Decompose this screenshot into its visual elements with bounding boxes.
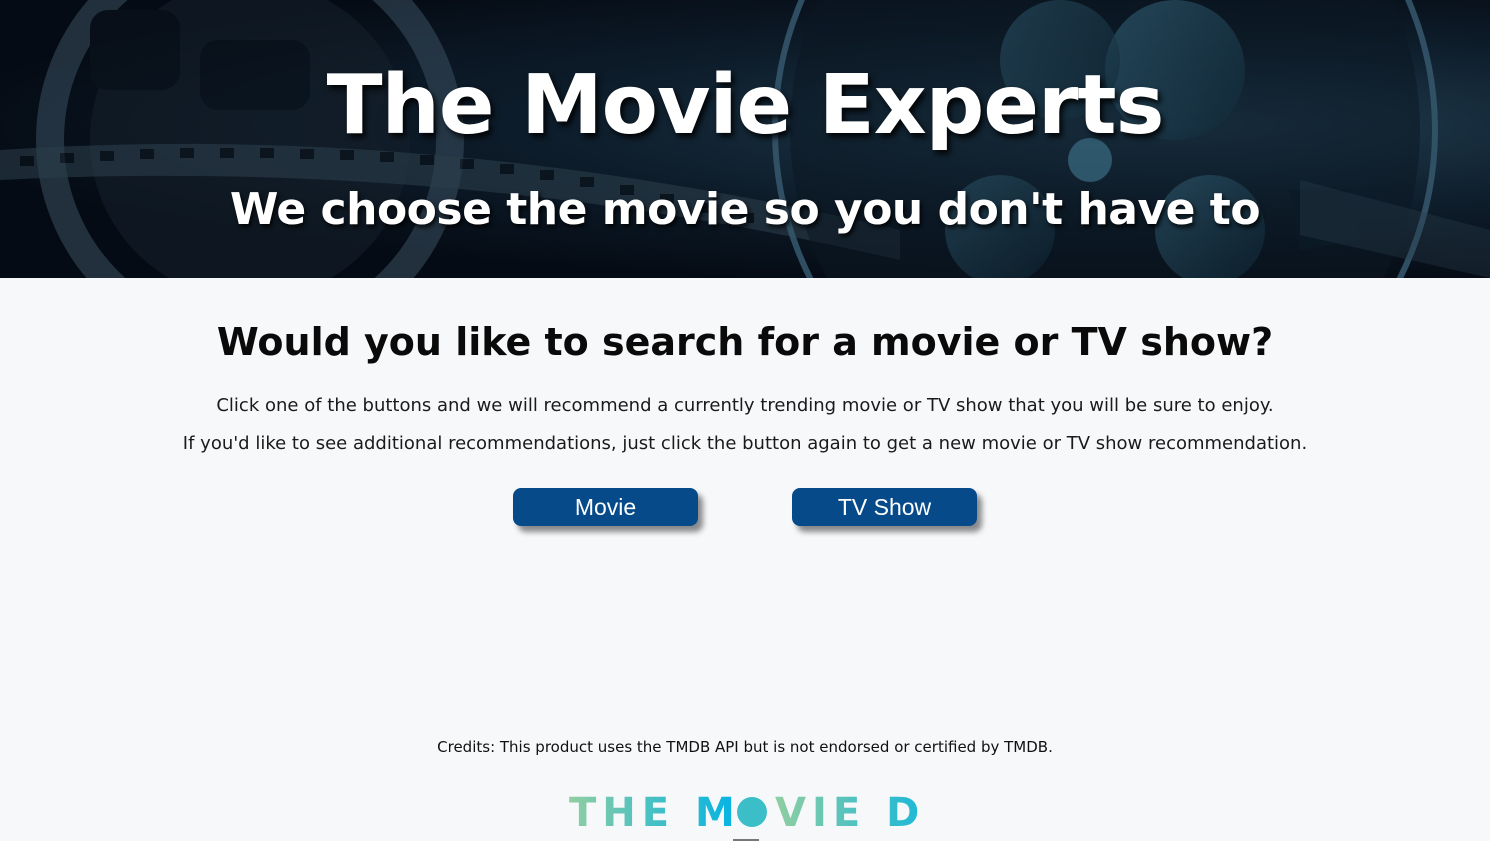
- main-content: Would you like to search for a movie or …: [0, 278, 1490, 841]
- site-tagline: We choose the movie so you don't have to: [229, 184, 1261, 235]
- tmdb-logo-icon: THE M VIE DB: [569, 790, 925, 836]
- description-line-2: If you'd like to see additional recommen…: [182, 433, 1308, 454]
- credits-text: Credits: This product uses the TMDB API …: [437, 738, 1053, 756]
- logo-text-start: THE M: [569, 790, 741, 836]
- tmdb-logo: THE M VIE DB: [0, 786, 1490, 836]
- logo-o-dot-icon: [737, 797, 767, 827]
- movie-button[interactable]: Movie: [513, 488, 698, 526]
- hero-banner: The Movie Experts We choose the movie so…: [0, 0, 1490, 278]
- search-question-heading: Would you like to search for a movie or …: [216, 320, 1274, 364]
- logo-text-end: VIE DB: [775, 790, 925, 836]
- description-line-1: Click one of the buttons and we will rec…: [216, 395, 1274, 416]
- tv-show-button[interactable]: TV Show: [792, 488, 977, 526]
- site-title: The Movie Experts: [326, 58, 1165, 153]
